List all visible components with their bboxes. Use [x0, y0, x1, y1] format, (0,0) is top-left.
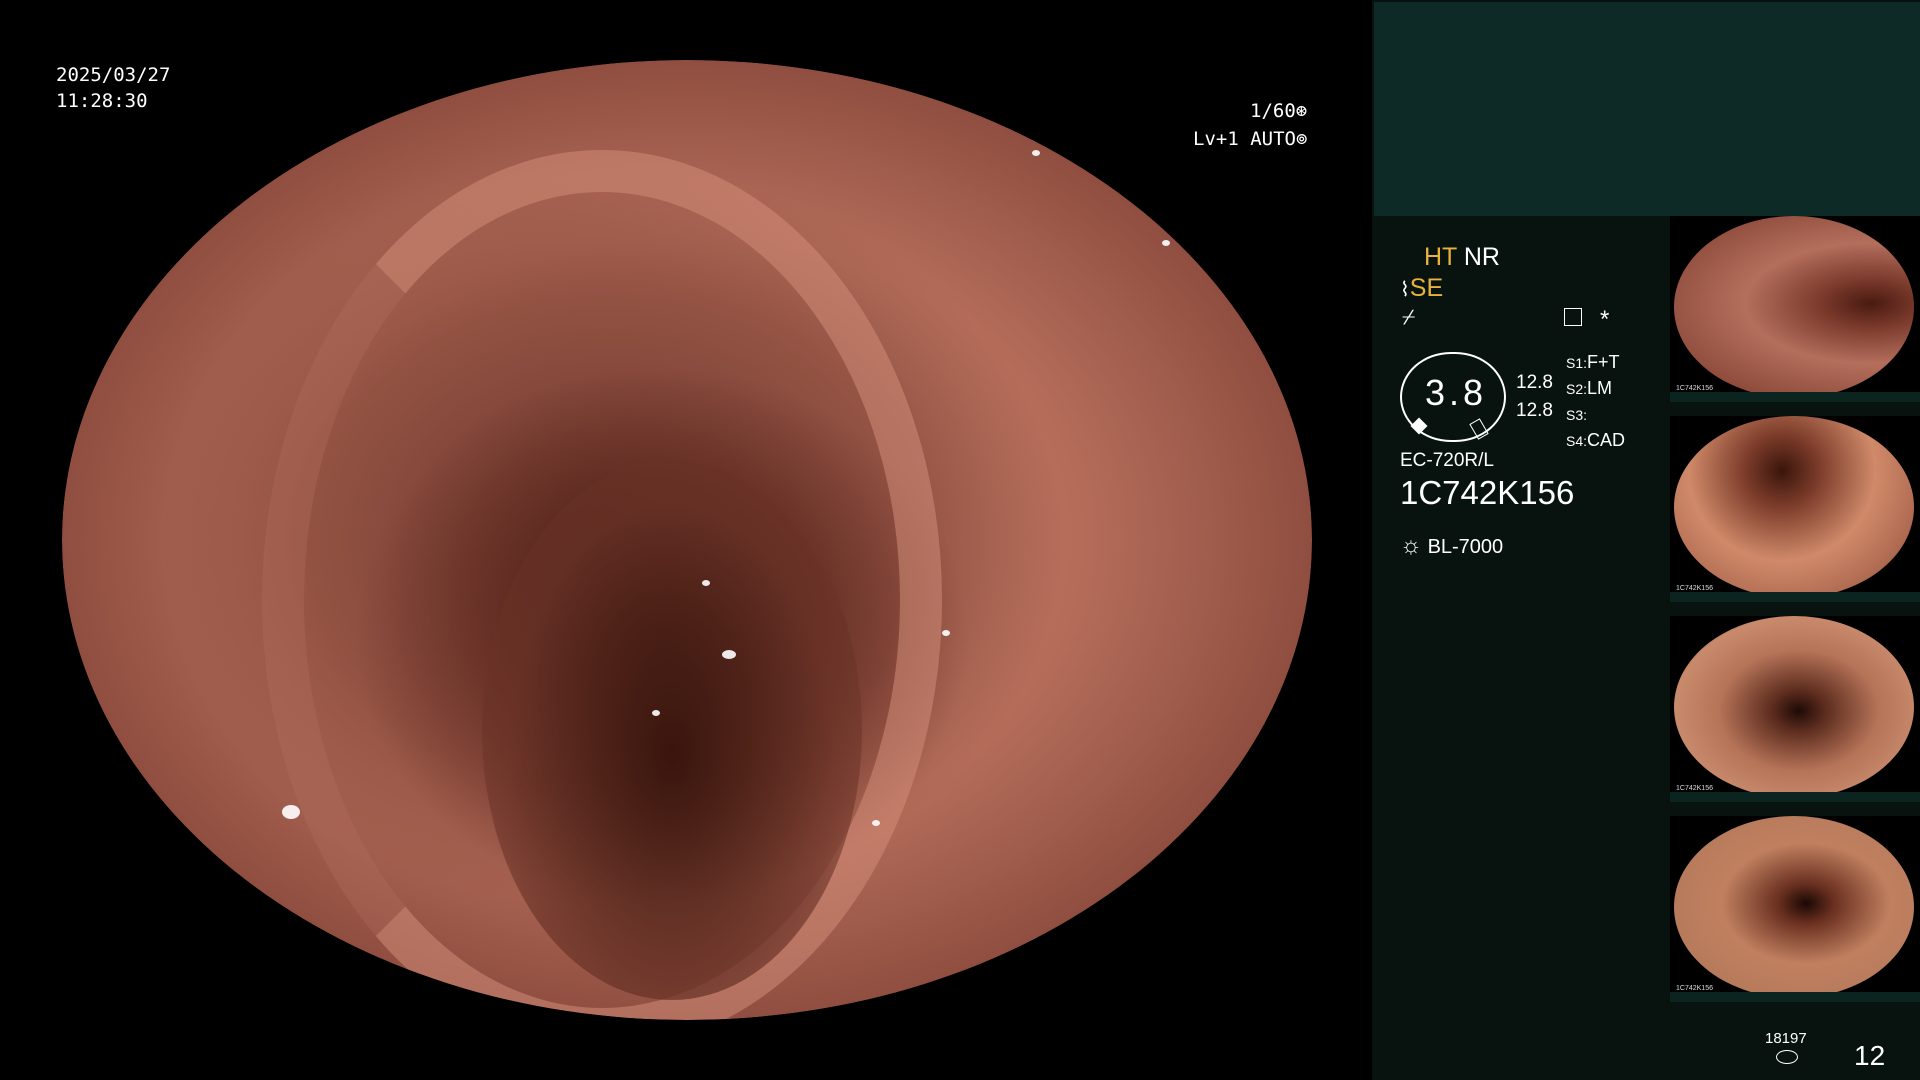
enhancement-modes: HT NR	[1424, 243, 1500, 272]
mode-se: SE	[1409, 274, 1444, 302]
thumbnail-serial: 1C742K156	[1676, 585, 1713, 592]
scope-serial: 1C742K156	[1400, 474, 1575, 511]
image-count: 12	[1854, 1040, 1886, 1071]
specular-highlight	[722, 650, 736, 659]
captured-thumbnail[interactable]: 1C742K156	[1670, 816, 1920, 1002]
light-source-icon: ☼	[1400, 532, 1422, 559]
switch-key: S1	[1566, 355, 1584, 371]
iris-setting: Lv+1 AUTO⊚	[1193, 126, 1307, 152]
switch-key: S4	[1566, 433, 1584, 449]
thumbnail-image	[1674, 816, 1914, 998]
exam-date: 2025/03/27	[56, 64, 171, 86]
thumbnail-image	[1674, 416, 1914, 598]
switch-row: S2:LM	[1566, 378, 1613, 398]
level-value: Lv+1	[1193, 128, 1239, 150]
thumbnail-bar	[1670, 992, 1920, 1002]
captured-thumbnail[interactable]: 1C742K156	[1670, 616, 1920, 802]
switch-assignments: S1:F+T S2:LM S3: S4:CAD	[1566, 350, 1625, 454]
shutter-value: 1/60	[1250, 100, 1296, 122]
specular-highlight	[872, 820, 880, 826]
switch-row: S3:	[1566, 407, 1588, 423]
specular-highlight	[702, 580, 710, 586]
light-source: ☼ BL-7000	[1400, 532, 1503, 560]
exam-time: 11:28:30	[56, 90, 148, 112]
record-icon	[1564, 308, 1582, 326]
endoscope-main-view: 2025/03/27 11:28:30 1/60⊛ Lv+1 AUTO⊚	[0, 0, 1372, 1080]
thumbnail-serial: 1C742K156	[1676, 985, 1713, 992]
gauge-side-top: 12.8	[1516, 372, 1553, 393]
specular-highlight	[182, 900, 190, 906]
color-mode-icon: ⌿	[1402, 304, 1416, 329]
shutter-icon: ⊛	[1295, 100, 1308, 122]
switch-value: CAD	[1587, 430, 1626, 450]
specular-highlight	[942, 630, 950, 636]
mode-nr: NR	[1463, 243, 1500, 271]
switch-value: LM	[1587, 378, 1613, 398]
mode-ht: HT	[1424, 243, 1457, 271]
gauge-side-bottom: 12.8	[1516, 400, 1553, 421]
iris-mode-value: AUTO	[1250, 128, 1296, 150]
shutter-speed: 1/60⊛	[1250, 98, 1307, 124]
thumbnail-bar	[1670, 392, 1920, 402]
specular-highlight	[282, 805, 300, 819]
switch-row: S4:CAD	[1566, 430, 1626, 450]
storage-icon	[1776, 1050, 1798, 1064]
switch-key: S2	[1566, 381, 1584, 397]
scope-model: EC-720R/L	[1400, 450, 1494, 471]
mode-se-row: ⌇SE	[1400, 274, 1443, 303]
specular-highlight	[1162, 240, 1170, 246]
thumbnail-bar	[1670, 792, 1920, 802]
switch-value: F+T	[1587, 352, 1620, 372]
thumbnail-image	[1674, 216, 1914, 398]
gauge-value: 3.8	[1425, 372, 1488, 413]
storage-count: 18197	[1765, 1030, 1807, 1047]
specular-highlight	[1032, 150, 1040, 156]
info-panel-header	[1374, 2, 1920, 216]
thumbnail-image	[1674, 616, 1914, 798]
endoscope-live-image	[62, 60, 1312, 1020]
light-source-label: BL-7000	[1427, 536, 1504, 558]
thumbnail-bar	[1670, 592, 1920, 602]
asterisk-indicator: *	[1600, 306, 1610, 333]
specular-highlight	[652, 710, 660, 716]
thumbnail-serial: 1C742K156	[1676, 385, 1713, 392]
structure-icon: ⌇	[1400, 279, 1410, 301]
lumen	[482, 460, 862, 1000]
switch-key: S3	[1566, 407, 1584, 423]
switch-row: S1:F+T	[1566, 352, 1620, 372]
captured-thumbnail[interactable]: 1C742K156	[1670, 216, 1920, 402]
captured-thumbnail[interactable]: 1C742K156	[1670, 416, 1920, 602]
iris-icon: ⊚	[1295, 128, 1308, 150]
thumbnail-serial: 1C742K156	[1676, 785, 1713, 792]
